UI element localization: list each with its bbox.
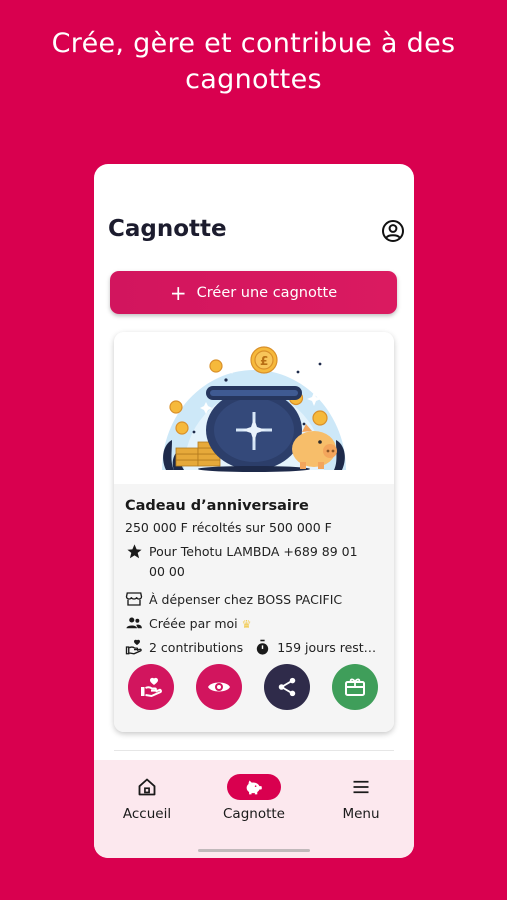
share-icon <box>278 677 296 697</box>
plus-icon: + <box>169 280 187 305</box>
pot-illustration: £ <box>114 332 394 484</box>
creator-text: Créée par moi <box>149 616 238 631</box>
card-amount: 250 000 F récoltés sur 500 000 F <box>125 520 332 535</box>
promo-headline-line2: cagnottes <box>185 64 322 95</box>
timer-icon <box>253 638 271 656</box>
svg-text:£: £ <box>260 354 268 368</box>
group-icon <box>125 614 143 632</box>
nav-label-cagnotte: Cagnotte <box>223 806 285 822</box>
promo-headline: Crée, gère et contribue à des cagnottes <box>0 26 507 98</box>
account-circle-icon[interactable] <box>381 219 405 243</box>
shop-row: À dépenser chez BOSS PACIFIC <box>125 590 342 610</box>
eye-icon <box>208 682 230 692</box>
promo-headline-line1: Crée, gère et contribue à des <box>51 28 456 59</box>
creator-row: Créée par moi ♛ <box>125 614 252 635</box>
nav-item-cagnotte[interactable]: Cagnotte <box>204 774 304 822</box>
menu-icon <box>353 780 369 794</box>
nav-label-menu: Menu <box>342 806 380 822</box>
beneficiary-row: Pour Tehotu LAMBDA +689 89 01 00 00 <box>125 542 358 582</box>
beneficiary-line1: Pour Tehotu LAMBDA +689 89 01 <box>149 544 358 559</box>
share-button[interactable] <box>264 664 310 710</box>
gift-card-button[interactable] <box>332 664 378 710</box>
beneficiary-line2: 00 00 <box>149 564 185 579</box>
store-icon <box>125 590 143 608</box>
card-title: Cadeau d’anniversaire <box>125 498 309 514</box>
crown-icon: ♛ <box>241 618 252 631</box>
create-cagnotte-button[interactable]: + Créer une cagnotte <box>110 271 397 314</box>
days-left-text: 159 jours rest… <box>277 640 377 655</box>
active-indicator <box>227 774 281 800</box>
contribute-button[interactable] <box>128 664 174 710</box>
create-cagnotte-label: Créer une cagnotte <box>196 284 338 301</box>
card-details: Cadeau d’anniversaire 250 000 F récoltés… <box>114 484 394 732</box>
nav-item-accueil[interactable]: Accueil <box>97 774 197 822</box>
star-icon <box>125 542 143 560</box>
cagnotte-card[interactable]: £ Cadeau d’anniversaire 250 000 F récolt… <box>114 332 394 732</box>
piggy-bank-icon <box>246 780 262 795</box>
volunteer-hand-icon <box>125 638 143 656</box>
page-title: Cagnotte <box>108 216 227 242</box>
bottom-navigation: Accueil Cagnotte Menu <box>94 760 414 858</box>
home-indicator <box>198 849 310 852</box>
nav-item-menu[interactable]: Menu <box>311 774 411 822</box>
home-icon <box>138 778 156 796</box>
shop-text: À dépenser chez BOSS PACIFIC <box>149 592 343 607</box>
card-actions <box>114 664 394 714</box>
gift-card-icon <box>345 678 365 696</box>
contributions-text: 2 contributions <box>149 640 244 655</box>
phone-screen: Cagnotte + Créer une cagnotte £ Cadeau d… <box>94 164 414 858</box>
view-button[interactable] <box>196 664 242 710</box>
stats-row: 2 contributions 159 jours rest… <box>125 638 376 658</box>
hand-heart-icon <box>141 677 162 698</box>
nav-label-accueil: Accueil <box>122 806 172 822</box>
